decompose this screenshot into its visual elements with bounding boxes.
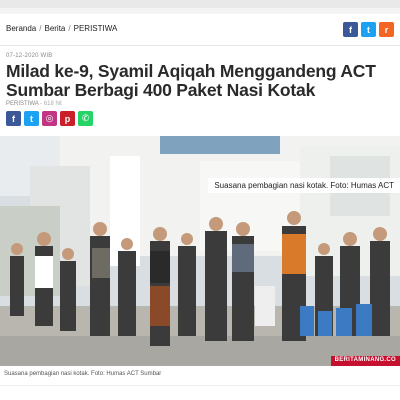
whatsapp-icon: ✆ xyxy=(81,113,90,123)
photo-watermark: BERITAMINANG.CO xyxy=(330,356,400,366)
twitter-icon: t xyxy=(30,113,33,124)
article-photo xyxy=(0,136,400,366)
breadcrumb-berita-link[interactable]: Berita xyxy=(44,24,65,33)
photo-overlay-caption: Suasana pembagian nasi kotak. Foto: Huma… xyxy=(208,178,400,193)
twitter-icon: t xyxy=(367,24,370,35)
article-date: 07-12-2020 WIB xyxy=(6,53,53,59)
twitter-share-button[interactable]: t xyxy=(361,22,376,37)
whatsapp-share-button[interactable]: ✆ xyxy=(78,111,93,126)
facebook-icon: f xyxy=(349,24,352,35)
article-meta: PERISTIWA - 618 hit xyxy=(6,101,62,107)
share-row: f t ◎ p ✆ xyxy=(6,111,93,126)
instagram-share-button[interactable]: ◎ xyxy=(42,111,57,126)
facebook-share-button[interactable]: f xyxy=(343,22,358,37)
rss-icon: r xyxy=(384,24,389,35)
pinterest-share-button[interactable]: p xyxy=(60,111,75,126)
bottom-divider xyxy=(0,385,400,386)
share-top-bar: f t r xyxy=(343,22,394,37)
article-views: 618 hit xyxy=(43,101,62,107)
top-strip-inner xyxy=(0,8,400,14)
pinterest-icon: p xyxy=(64,113,71,124)
twitter-share-button[interactable]: t xyxy=(24,111,39,126)
breadcrumb-home-link[interactable]: Beranda xyxy=(6,24,36,33)
article-photo-illustration xyxy=(0,136,400,366)
facebook-icon: f xyxy=(12,113,15,124)
facebook-share-button[interactable]: f xyxy=(6,111,21,126)
photo-caption: Suasana pembagian nasi kotak. Foto: Huma… xyxy=(4,371,162,377)
breadcrumb-peristiwa-link[interactable]: PERISTIWA xyxy=(74,24,118,33)
instagram-icon: ◎ xyxy=(45,113,54,123)
breadcrumb: Beranda / Berita / PERISTIWA xyxy=(6,24,117,33)
article-category[interactable]: PERISTIWA xyxy=(6,101,38,107)
header-divider xyxy=(0,45,400,46)
rss-button[interactable]: r xyxy=(379,22,394,37)
article-title: Milad ke-9, Syamil Aqiqah Menggandeng AC… xyxy=(6,61,376,100)
top-strip xyxy=(0,0,400,8)
breadcrumb-separator: / xyxy=(39,24,42,33)
breadcrumb-separator: / xyxy=(68,24,71,33)
